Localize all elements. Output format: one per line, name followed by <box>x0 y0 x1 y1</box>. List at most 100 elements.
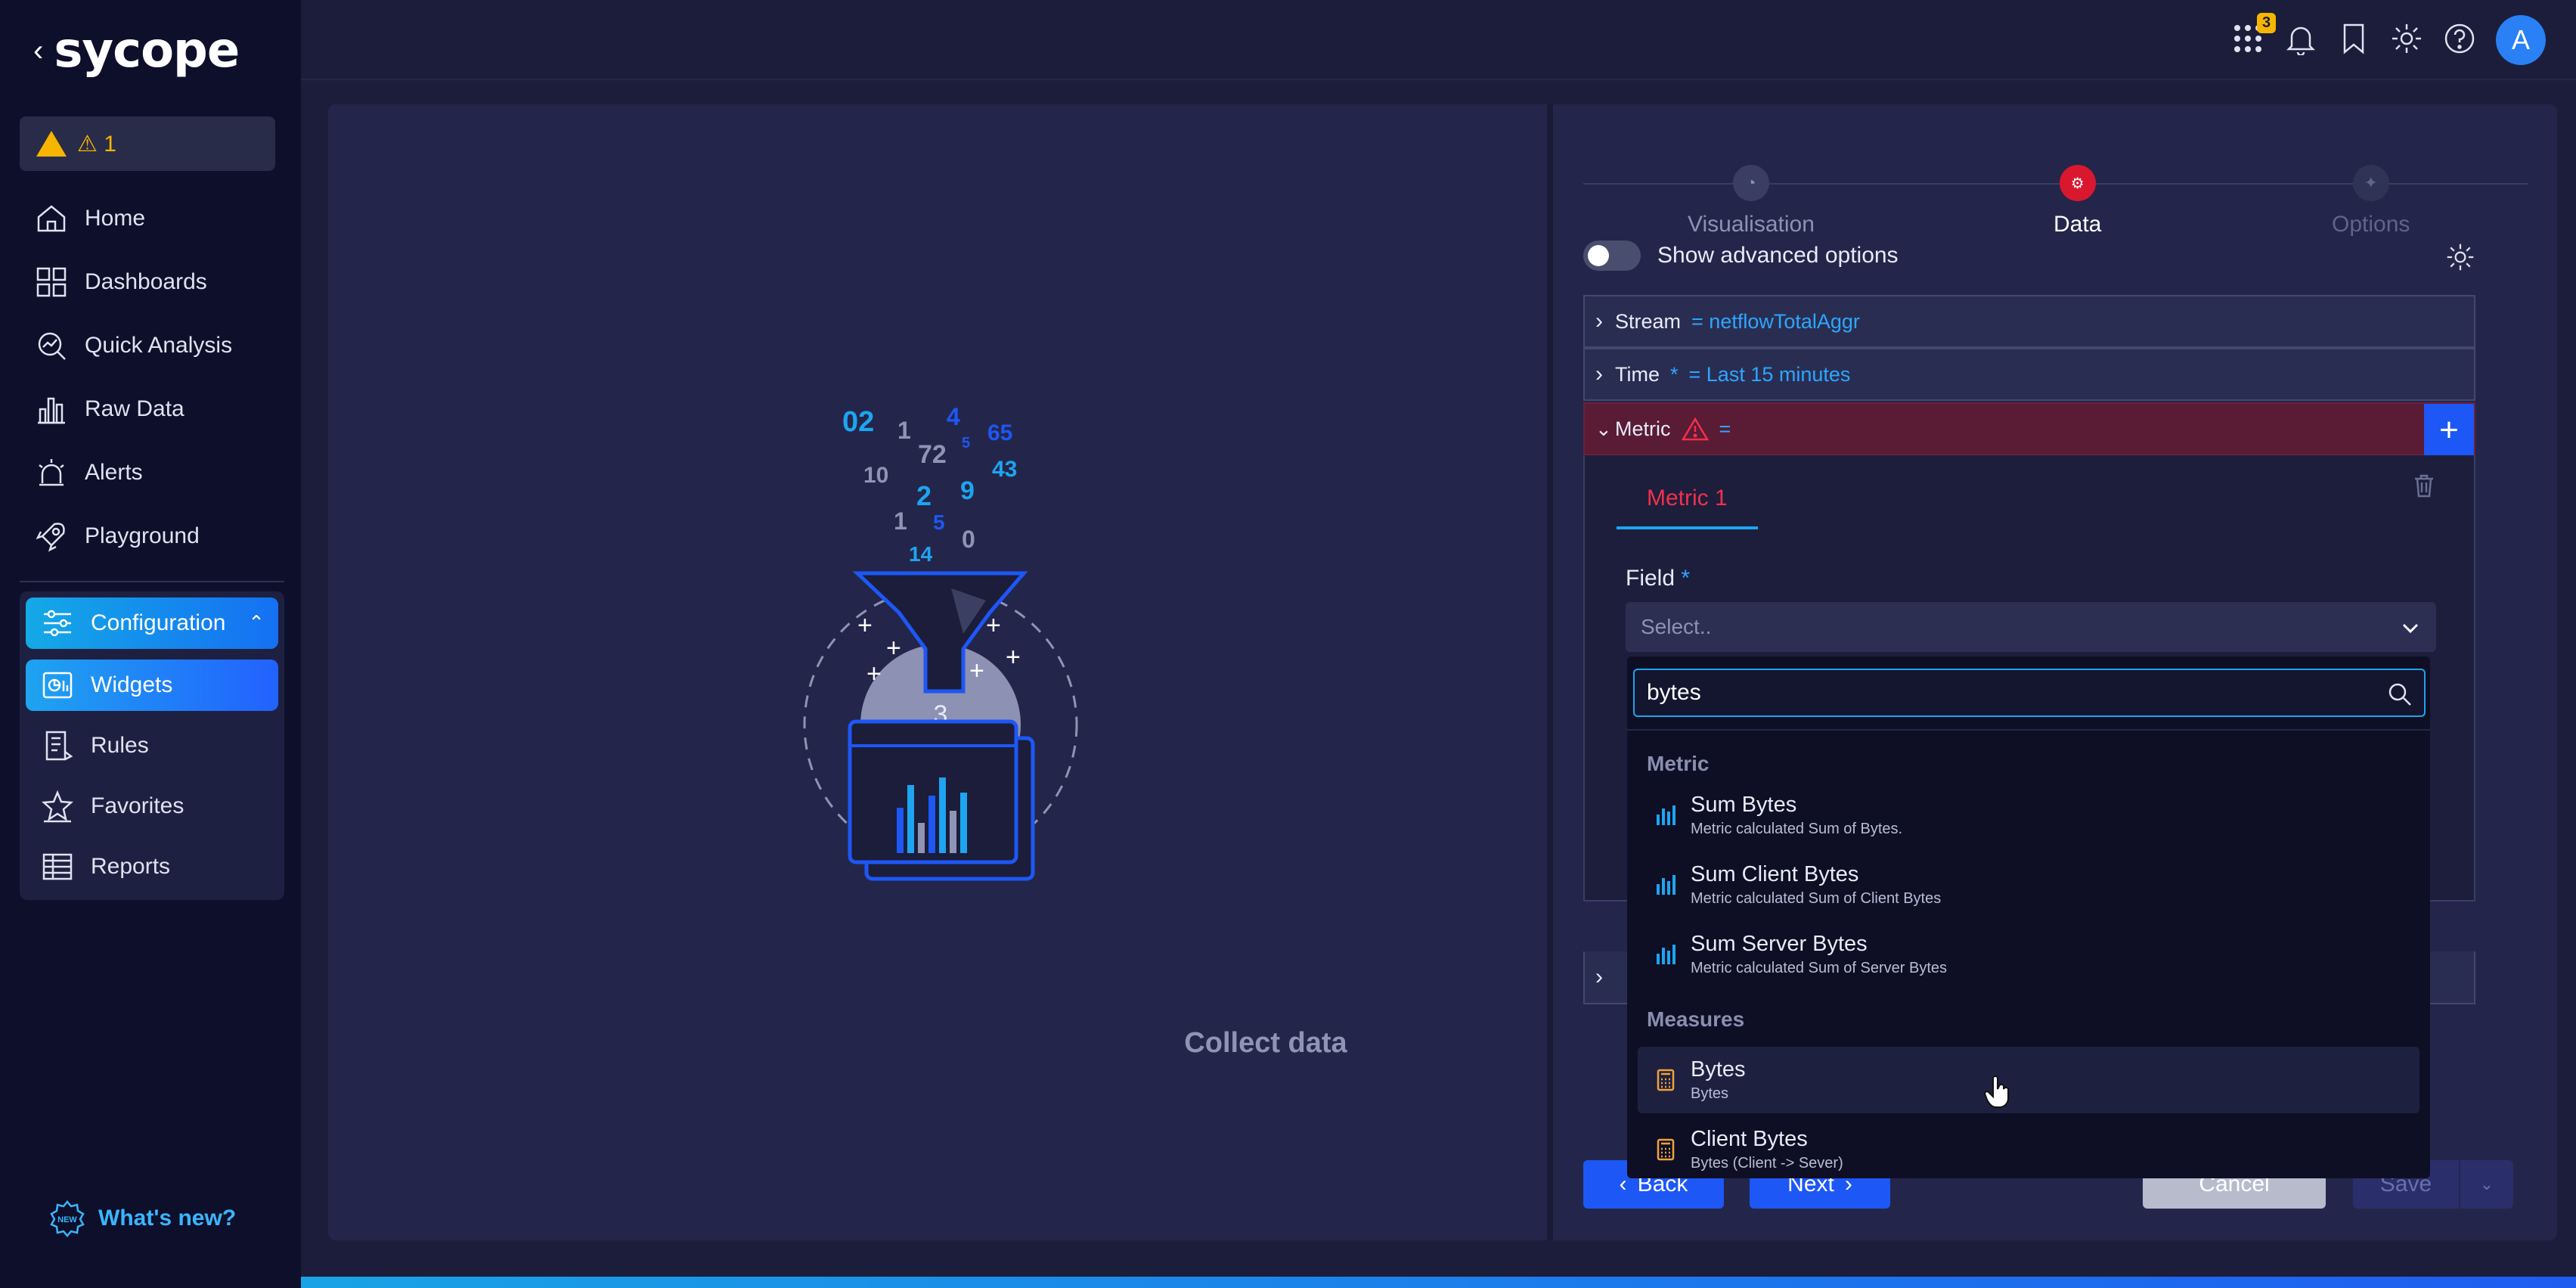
sidebar-divider <box>20 581 284 582</box>
group-title-metric: Metric <box>1647 752 1710 775</box>
bottom-accent-strip <box>301 1277 2576 1288</box>
preview-pane: 3 + + + + + + 02 1 4 5 65 72 43 10 2 9 1 5 0 14 Collect d… <box>328 104 1551 1240</box>
svg-text:+: + <box>986 611 1001 640</box>
bookmarks-button[interactable] <box>2337 22 2370 59</box>
field-select-placeholder: Select.. <box>1641 615 1712 638</box>
option-bytes[interactable]: Bytes Bytes <box>1638 1047 2419 1113</box>
trash-icon[interactable] <box>2410 472 2438 499</box>
metric-bars-icon <box>1657 805 1675 825</box>
sidebar-item-raw-data[interactable]: Raw Data <box>20 381 284 437</box>
mini-bar <box>960 793 967 853</box>
calculator-icon <box>1657 1069 1675 1091</box>
floating-number: 0 <box>962 526 975 553</box>
advanced-options-toggle[interactable] <box>1583 241 1641 271</box>
option-subtitle: Metric calculated Sum of Bytes. <box>1691 821 1903 837</box>
chevron-right-icon: › <box>1595 309 1603 334</box>
mini-bar <box>939 777 946 853</box>
notifications-button[interactable] <box>2284 22 2317 59</box>
chevron-right-icon: › <box>1595 362 1603 386</box>
option-sum-client-bytes[interactable]: Sum Client Bytes Metric calculated Sum of… <box>1638 852 2419 918</box>
sidebar-item-label: Configuration <box>91 610 226 635</box>
option-subtitle: Metric calculated Sum of Client Bytes <box>1691 890 1942 907</box>
chevron-down-icon: ⌄ <box>1595 417 1612 440</box>
floating-number: 1 <box>897 417 911 444</box>
floating-number: 65 <box>987 421 1012 445</box>
sidebar-item-label: Alerts <box>85 460 143 485</box>
settings-button[interactable] <box>2390 22 2423 59</box>
user-avatar[interactable]: A <box>2496 15 2546 65</box>
sidebar-item-widgets[interactable]: Widgets <box>26 660 278 711</box>
mini-bar <box>918 823 925 853</box>
sidebar-item-reports[interactable]: Reports <box>26 840 278 894</box>
brand-logo-text: sycope <box>54 23 240 79</box>
whats-new-link[interactable]: NEW What's new? <box>48 1200 236 1237</box>
chevron-up-icon[interactable]: ⌃ <box>248 611 265 635</box>
sidebar-item-label: Reports <box>91 854 171 879</box>
stream-label: Stream <box>1615 309 1682 333</box>
step-visualisation[interactable]: ◔ Visualisation <box>1688 165 1815 237</box>
sliders-icon <box>44 610 71 637</box>
dropdown-separator <box>1627 729 2430 731</box>
step-label: Data <box>2054 212 2102 237</box>
panel-settings-gear-icon[interactable] <box>2445 242 2475 272</box>
siren-icon <box>39 459 64 486</box>
mini-bar <box>907 785 914 853</box>
dropdown-search-input[interactable]: bytes <box>1633 669 2426 717</box>
sidebar-item-dashboards[interactable]: Dashboards <box>20 254 284 310</box>
top-bar: 3 A <box>301 0 2576 80</box>
chevron-right-icon: › <box>1595 964 1603 989</box>
sidebar-item-quick-analysis[interactable]: Quick Analysis <box>20 318 284 374</box>
pane-splitter[interactable] <box>1547 104 1553 1240</box>
quick-analysis-icon <box>38 332 66 360</box>
stream-section[interactable]: › Stream = netflowTotalAggr <box>1583 295 2475 348</box>
logo[interactable]: ‹ sycope <box>33 23 240 79</box>
metric-label: Metric <box>1615 417 1671 440</box>
field-select[interactable]: Select.. <box>1626 602 2436 652</box>
floating-number: 2 <box>916 480 932 511</box>
table-icon <box>42 853 73 880</box>
metric-bars-icon <box>1657 875 1675 895</box>
metric-section[interactable]: ⌄ Metric = + <box>1583 402 2475 457</box>
svg-text:+: + <box>1006 643 1021 672</box>
alerts-indicator[interactable]: ⚠ 1 <box>20 116 275 171</box>
option-client-bytes[interactable]: Client Bytes Bytes (Client -> Sever) <box>1638 1116 2419 1178</box>
step-options[interactable]: ✦ Options <box>2332 165 2410 237</box>
time-section[interactable]: › Time * = Last 15 minutes <box>1583 348 2475 401</box>
tab-metric-1[interactable]: Metric 1 <box>1617 486 1758 529</box>
alerts-count: ⚠ 1 <box>77 131 116 157</box>
new-badge-icon: NEW <box>50 1200 85 1237</box>
option-title: Sum Bytes <box>1691 793 1797 817</box>
field-label-row: Field * <box>1626 566 1690 591</box>
add-metric-button[interactable]: + <box>2424 404 2474 457</box>
rules-icon <box>45 731 73 761</box>
field-dropdown: bytes Metric Sum Bytes Metric calculated … <box>1627 656 2430 1178</box>
sidebar-item-alerts[interactable]: Alerts <box>20 445 284 501</box>
metric-value: = <box>1719 417 1731 440</box>
sidebar-item-configuration[interactable]: Configuration ⌃ <box>26 597 278 649</box>
sidebar-item-rules[interactable]: Rules <box>26 718 278 773</box>
floating-numbers: 02 1 45 657243102 91 5014 <box>842 403 1017 566</box>
star-icon <box>41 790 74 823</box>
sidebar-item-home[interactable]: Home <box>20 191 284 247</box>
advanced-options-row: Show advanced options <box>1583 241 1899 271</box>
back-chevron-icon[interactable]: ‹ <box>33 34 43 68</box>
raw-data-icon <box>38 397 65 424</box>
option-sum-bytes[interactable]: Sum Bytes Metric calculated Sum of Bytes. <box>1638 782 2419 849</box>
required-marker: * <box>1681 566 1691 591</box>
svg-text:NEW: NEW <box>57 1215 77 1224</box>
option-sum-server-bytes[interactable]: Sum Server Bytes Metric calculated Sum of… <box>1638 921 2419 988</box>
apps-grid-button[interactable]: 3 <box>2231 12 2277 59</box>
floating-number: 02 <box>842 406 874 438</box>
data-step-icon: ⚙ <box>2059 165 2096 201</box>
search-value: bytes <box>1647 680 1701 705</box>
save-options-button[interactable]: ⌄ <box>2460 1160 2513 1209</box>
sidebar-item-favorites[interactable]: Favorites <box>26 779 278 833</box>
step-data[interactable]: ⚙ Data <box>2054 165 2101 237</box>
sidebar-item-label: Raw Data <box>85 396 184 421</box>
required-marker: * <box>1670 362 1679 386</box>
help-button[interactable] <box>2443 22 2476 59</box>
metric-bars-icon <box>1657 945 1675 964</box>
sidebar-item-playground[interactable]: Playground <box>20 508 284 564</box>
step-label: Options <box>2332 212 2410 237</box>
floating-number: 9 <box>960 476 975 505</box>
